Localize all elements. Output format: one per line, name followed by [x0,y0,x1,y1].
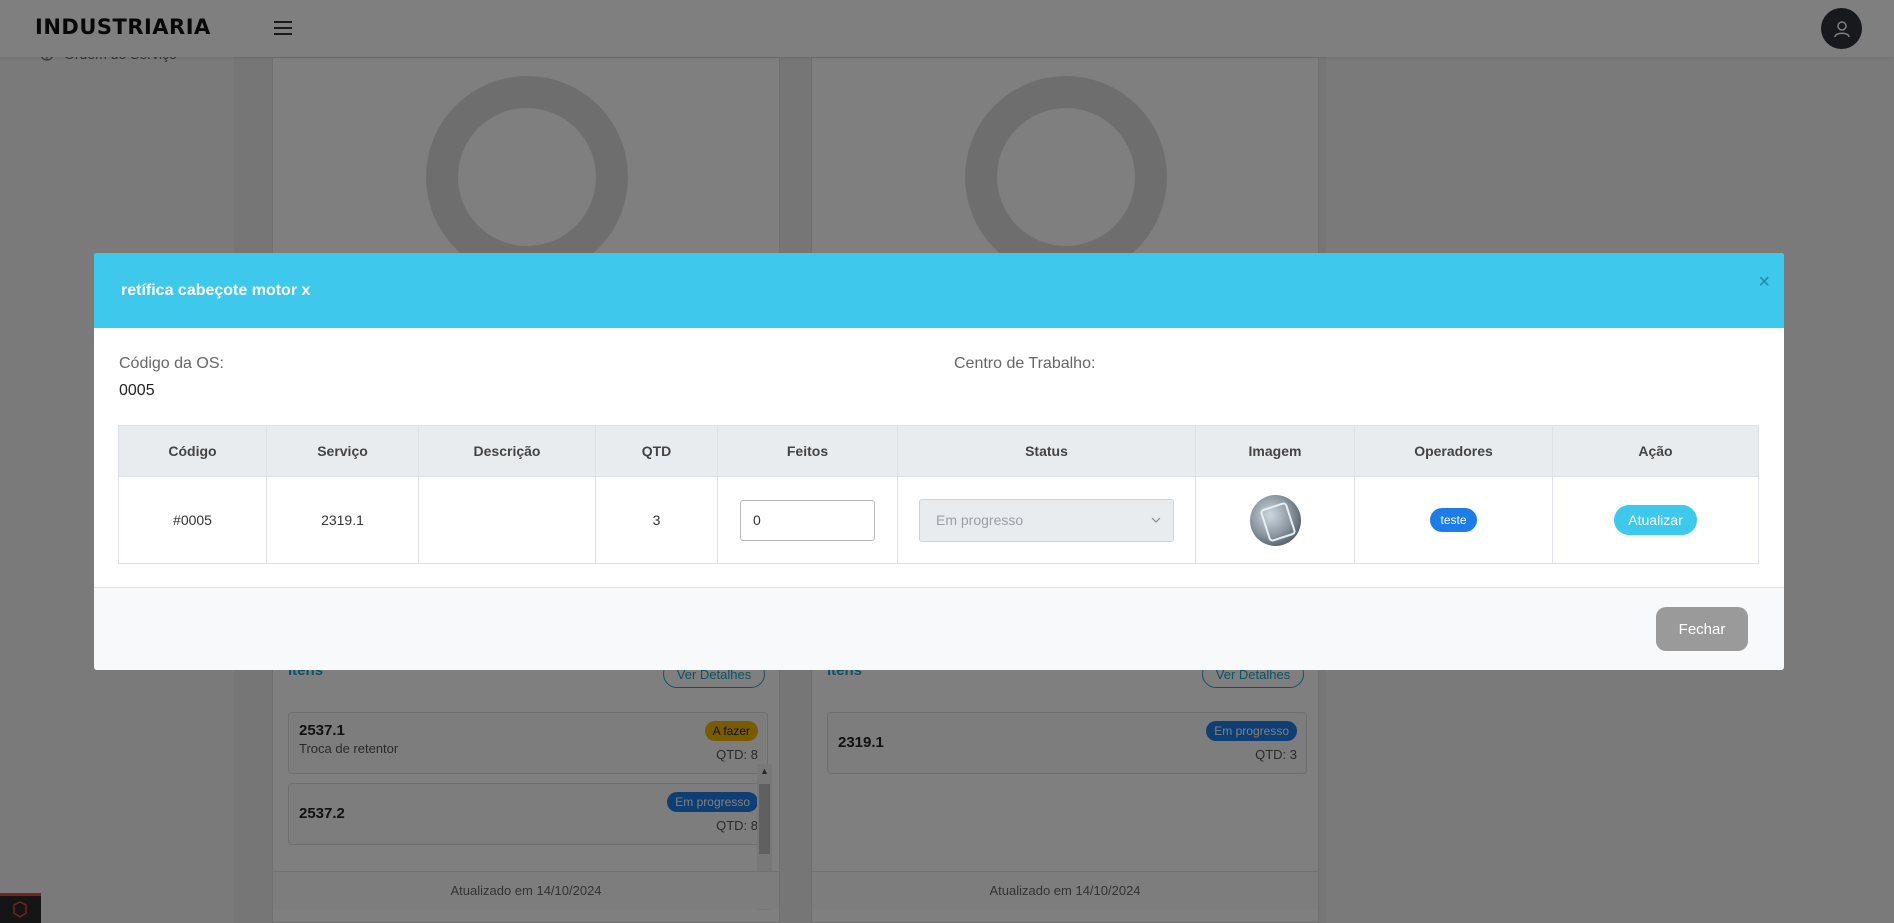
cell-acao: Atualizar [1552,476,1759,564]
os-code-label: Código da OS: [119,355,224,372]
modal-footer: Fechar [94,587,1784,670]
cell-codigo: #0005 [118,476,267,564]
column-header: Serviço [266,425,419,477]
service-image[interactable] [1249,494,1301,546]
cell-feitos [717,476,898,564]
column-header: Feitos [717,425,898,477]
modal-header: retífica cabeçote motor x × [94,253,1784,328]
column-header: Código [118,425,267,477]
close-icon[interactable]: × [1758,271,1770,294]
feitos-input[interactable] [740,499,875,541]
column-header: Operadores [1354,425,1553,477]
update-button[interactable]: Atualizar [1614,505,1697,535]
work-center-label: Centro de Trabalho: [954,355,1096,372]
cell-servico: 2319.1 [266,476,419,564]
chevron-down-icon [1151,517,1161,523]
column-header: Descrição [418,425,596,477]
column-header: Status [897,425,1196,477]
modal-body: Código da OS: 0005 Centro de Trabalho: C… [94,328,1784,587]
status-select-value: Em progresso [936,512,1024,528]
table-row: #0005 2319.1 3 Em progresso [118,476,1759,564]
column-header: QTD [595,425,718,477]
cell-status: Em progresso [897,476,1196,564]
cell-descricao [418,476,596,564]
os-code-value: 0005 [119,382,155,399]
cell-imagem [1195,476,1355,564]
service-details-modal: retífica cabeçote motor x × Código da OS… [94,253,1784,670]
cell-operadores: teste [1354,476,1553,564]
status-select[interactable]: Em progresso [919,498,1174,542]
table-header-row: Código Serviço Descrição QTD Feitos Stat… [118,425,1759,477]
column-header: Ação [1552,425,1759,477]
close-button[interactable]: Fechar [1656,607,1748,651]
operator-badge: teste [1430,508,1477,532]
cell-qtd: 3 [595,476,718,564]
modal-title: retífica cabeçote motor x [121,281,311,299]
column-header: Imagem [1195,425,1355,477]
service-items-table: Código Serviço Descrição QTD Feitos Stat… [118,425,1759,564]
